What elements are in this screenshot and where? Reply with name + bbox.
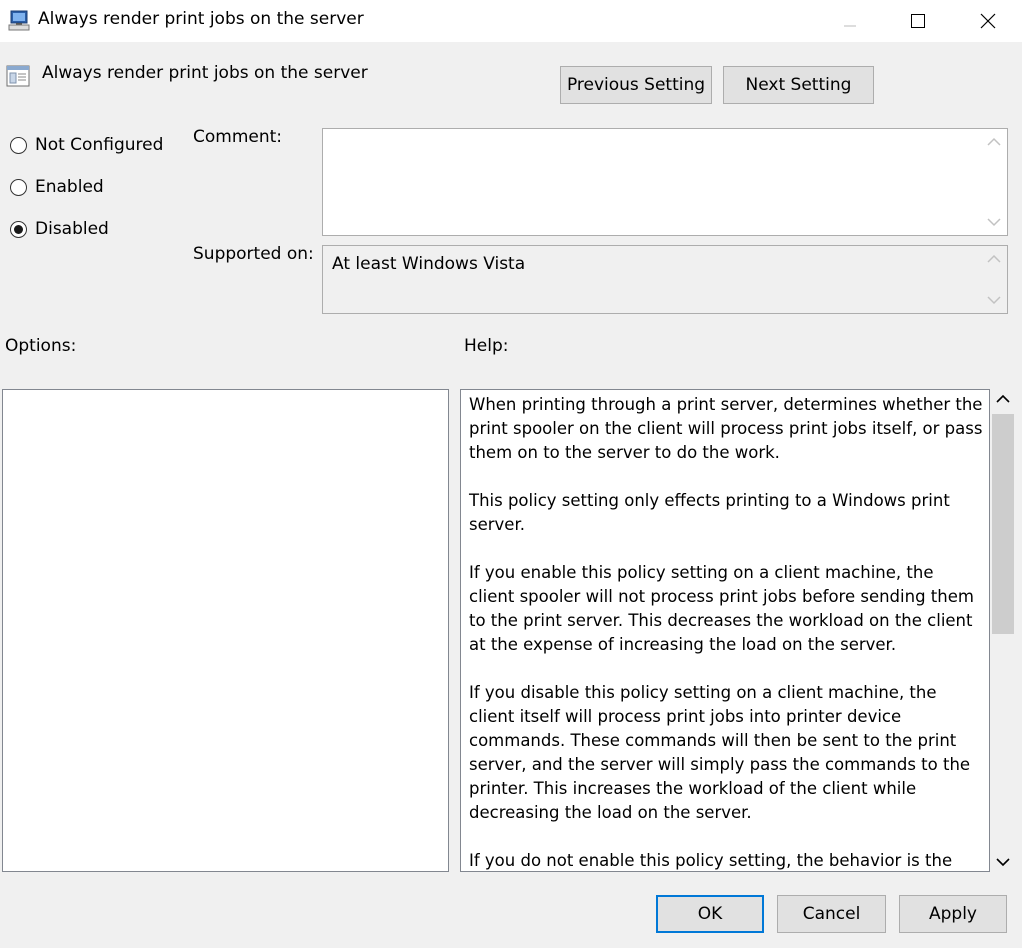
help-scrollbar[interactable] (990, 389, 1016, 872)
setting-title: Always render print jobs on the server (42, 63, 368, 83)
cancel-button[interactable]: Cancel (777, 895, 886, 933)
help-paragraph: If you disable this policy setting on a … (469, 683, 971, 822)
scroll-down-icon[interactable] (987, 217, 1001, 227)
supported-on-field: At least Windows Vista (322, 245, 1008, 314)
help-paragraph: If you do not enable this policy setting… (469, 851, 953, 870)
setting-icon (6, 65, 30, 87)
radio-label: Not Configured (35, 135, 164, 155)
ok-button[interactable]: OK (656, 895, 764, 933)
help-scroll-thumb[interactable] (992, 414, 1014, 634)
help-label: Help: (464, 336, 509, 356)
window-title: Always render print jobs on the server (38, 9, 364, 29)
help-pane[interactable]: When printing through a print server, de… (460, 389, 990, 872)
close-icon (980, 13, 996, 29)
policy-app-icon (8, 10, 30, 31)
radio-enabled[interactable]: Enabled (10, 175, 104, 199)
radio-disabled[interactable]: Disabled (10, 217, 109, 241)
help-text: When printing through a print server, de… (469, 393, 984, 871)
comment-input[interactable] (322, 128, 1008, 236)
comment-label: Comment: (193, 127, 283, 147)
minimize-icon (844, 25, 856, 27)
radio-circle[interactable] (10, 136, 27, 154)
maximize-button[interactable] (883, 0, 953, 42)
close-button[interactable] (953, 0, 1022, 42)
minimize-button[interactable] (815, 0, 885, 42)
radio-circle-selected[interactable] (10, 220, 27, 238)
maximize-icon (911, 14, 925, 28)
help-paragraph: If you enable this policy setting on a c… (469, 563, 974, 654)
radio-label: Enabled (35, 177, 104, 197)
scroll-down-icon[interactable] (987, 295, 1001, 305)
scroll-up-icon[interactable] (987, 254, 1001, 264)
radio-circle[interactable] (10, 178, 27, 196)
radio-not-configured[interactable]: Not Configured (10, 133, 163, 157)
previous-setting-button[interactable]: Previous Setting (560, 66, 712, 104)
next-setting-button[interactable]: Next Setting (723, 66, 874, 104)
scroll-down-icon[interactable] (996, 857, 1010, 867)
apply-button[interactable]: Apply (899, 895, 1007, 933)
radio-label: Disabled (35, 219, 109, 239)
supported-on-label: Supported on: (193, 244, 314, 264)
scroll-up-icon[interactable] (987, 137, 1001, 147)
supported-on-value: At least Windows Vista (332, 254, 526, 274)
help-paragraph: This policy setting only effects printin… (469, 491, 950, 534)
options-label: Options: (5, 336, 77, 356)
options-pane (2, 389, 449, 872)
help-paragraph: When printing through a print server, de… (469, 395, 983, 462)
scroll-up-icon[interactable] (996, 394, 1010, 404)
